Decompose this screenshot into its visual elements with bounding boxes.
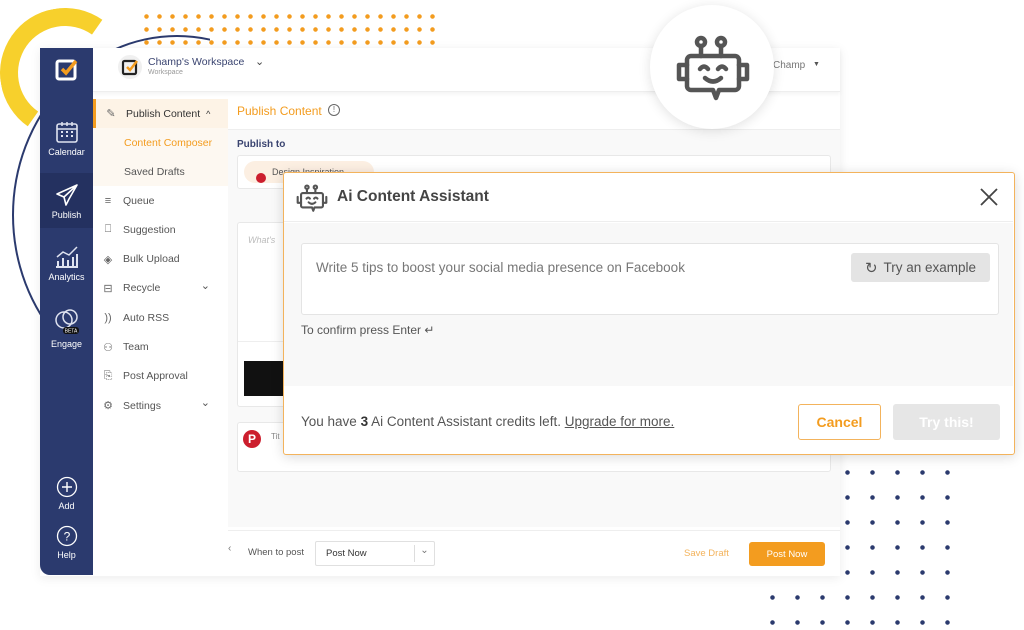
workspace-name[interactable]: Champ's Workspace [148, 56, 244, 68]
credits-text: You have 3 Ai Content Assistant credits … [301, 414, 675, 429]
rail-item-help[interactable]: ? Help [40, 525, 93, 560]
title-field[interactable]: Tit [271, 432, 280, 441]
logo-icon [55, 59, 77, 81]
analytics-icon [55, 246, 78, 268]
modal-title: Ai Content Assistant [337, 188, 489, 205]
robot-icon [676, 35, 750, 101]
nav-rail: Calendar Publish Analytics BETA Engage A… [40, 48, 93, 575]
rail-label: Analytics [48, 272, 85, 282]
rss-icon: )) [104, 311, 112, 324]
chevron-down-icon[interactable]: ⌄ [201, 279, 210, 292]
archive-icon: ⊟ [103, 282, 113, 295]
bookmark-icon: ⎕ [104, 223, 112, 236]
info-icon[interactable]: ! [328, 104, 340, 116]
save-draft-button[interactable]: Save Draft [684, 548, 729, 559]
rail-label: Calendar [48, 147, 85, 157]
user-icon: ⚇ [103, 341, 113, 354]
chevron-up-icon: ^ [206, 108, 211, 119]
refresh-icon: ↻ [864, 259, 878, 277]
pencil-icon: ✎ [106, 108, 116, 120]
decorative-navy-dots [835, 460, 955, 630]
pinterest-icon: P [243, 430, 261, 448]
rail-item-publish[interactable]: Publish [40, 173, 93, 228]
submenu-item-bulk-upload[interactable]: ◈ Bulk Upload [93, 245, 228, 274]
rail-label: Publish [51, 210, 82, 220]
upgrade-link[interactable]: Upgrade for more. [565, 414, 675, 429]
submenu-item-recycle[interactable]: ⊟ Recycle ⌄ [93, 274, 228, 303]
calendar-icon [55, 122, 78, 143]
composer-input[interactable]: What's [248, 235, 275, 245]
rail-item-analytics[interactable]: Analytics [40, 243, 93, 293]
rail-item-engage[interactable]: BETA Engage [40, 308, 93, 358]
paper-plane-icon [55, 184, 78, 206]
pinterest-icon [256, 173, 266, 183]
submenu-label: Bulk Upload [123, 253, 180, 266]
rail-item-add[interactable]: Add [40, 476, 93, 511]
when-to-post-select[interactable]: Post Now ⌄ [315, 541, 435, 566]
submenu-item-settings[interactable]: ⚙ Settings ⌄ [93, 391, 228, 420]
submenu-label: Suggestion [123, 223, 176, 236]
caret-down-icon[interactable]: ▼ [813, 61, 820, 68]
collapse-icon[interactable]: ‹ [228, 543, 231, 554]
submenu-label: Publish Content [126, 107, 201, 120]
logo-icon [121, 59, 138, 76]
submenu-item-queue[interactable]: ≡ Queue [93, 186, 228, 215]
workspace-avatar [118, 55, 142, 79]
close-icon[interactable] [980, 188, 998, 206]
svg-text:BETA: BETA [64, 329, 77, 335]
when-to-post-label: When to post [248, 547, 304, 558]
prompt-input[interactable]: Write 5 tips to boost your social media … [301, 243, 999, 315]
submenu-item-content-composer[interactable]: Content Composer [93, 128, 228, 157]
robot-icon [296, 184, 328, 212]
footer-bar: ‹ When to post Post Now ⌄ Save Draft Pos… [228, 530, 840, 575]
chat-bubbles-icon: BETA [54, 309, 79, 335]
rail-label: Engage [50, 339, 83, 349]
submenu-label: Settings [123, 399, 161, 412]
scroll-icon: ⎘ [103, 369, 113, 382]
submenu-item-post-approval[interactable]: ⎘ Post Approval [93, 362, 228, 391]
submenu: ✎ Publish Content ^ Content Composer Sav… [93, 97, 228, 527]
cancel-button[interactable]: Cancel [798, 404, 881, 440]
submenu-label: Auto RSS [123, 311, 170, 324]
submenu-label: Recycle [123, 282, 161, 295]
submenu-item-auto-rss[interactable]: )) Auto RSS [93, 303, 228, 332]
post-now-button[interactable]: Post Now [749, 542, 825, 566]
try-this-button[interactable]: Try this! [893, 404, 1000, 440]
svg-text:?: ? [63, 530, 70, 544]
prompt-placeholder: Write 5 tips to boost your social media … [316, 260, 685, 275]
submenu-section-publish-content[interactable]: ✎ Publish Content ^ [93, 99, 228, 128]
decorative-navy-dots [760, 585, 840, 625]
publish-to-label: Publish to [237, 139, 286, 150]
submenu-item-saved-drafts[interactable]: Saved Drafts [93, 157, 228, 186]
rail-label: Help [57, 550, 76, 560]
enter-icon: ↵ [424, 323, 435, 337]
layers-icon: ◈ [103, 253, 113, 266]
gear-icon: ⚙ [103, 400, 113, 413]
try-an-example-button[interactable]: ↻ Try an example [851, 253, 990, 282]
submenu-label: Queue [123, 194, 155, 207]
workspace-subtitle: Workspace [148, 69, 183, 76]
credits-count: 3 [360, 414, 369, 429]
rail-label: Add [58, 501, 75, 511]
submenu-item-suggestion[interactable]: ⎕ Suggestion [93, 215, 228, 244]
plus-circle-icon [56, 476, 77, 498]
user-menu[interactable]: Champ [773, 60, 805, 71]
page-title: Publish Content [237, 104, 322, 118]
robot-badge [650, 5, 774, 129]
rail-item-calendar[interactable]: Calendar [40, 118, 93, 170]
submenu-label: Post Approval [123, 370, 188, 383]
app-logo[interactable] [40, 56, 93, 86]
ai-content-assistant-modal: Ai Content Assistant Write 5 tips to boo… [283, 172, 1015, 455]
submenu-item-team[interactable]: ⚇ Team [93, 333, 228, 362]
confirm-hint: To confirm press Enter ↵ [301, 323, 435, 337]
help-circle-icon: ? [56, 525, 77, 547]
chevron-down-icon[interactable]: ⌄ [201, 396, 210, 409]
chevron-down-icon[interactable]: ⌄ [255, 55, 264, 68]
list-icon: ≡ [104, 194, 112, 207]
submenu-label: Team [123, 341, 149, 353]
chevron-down-icon: ⌄ [414, 545, 434, 562]
